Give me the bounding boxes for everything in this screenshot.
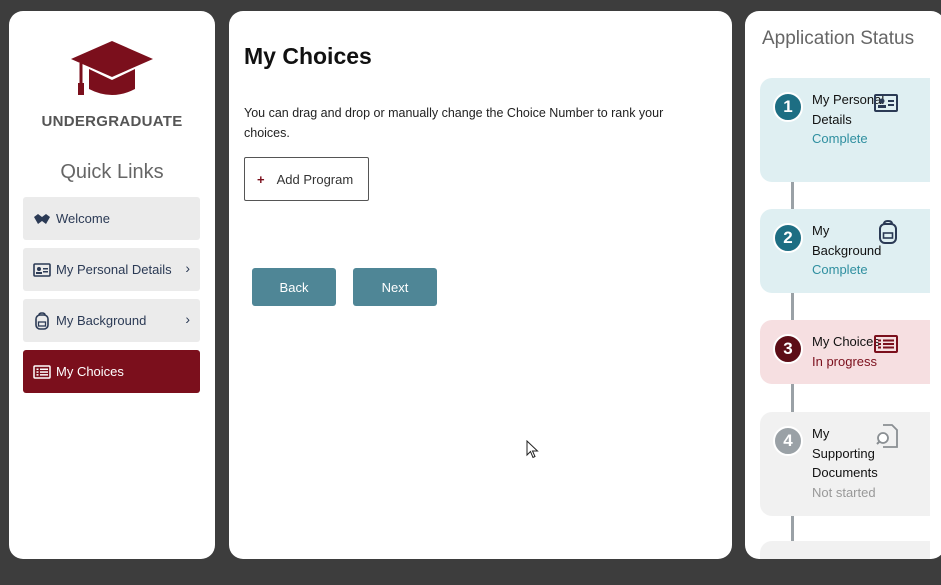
step-number-badge: 2 bbox=[773, 223, 803, 253]
add-program-label: Add Program bbox=[276, 171, 354, 187]
document-search-icon bbox=[876, 424, 898, 453]
step-name: My Choices bbox=[812, 334, 880, 349]
sidebar: UNDERGRADUATE Quick Links Welcome My Per… bbox=[9, 11, 215, 559]
list-icon bbox=[32, 364, 52, 380]
nav-item-background[interactable]: My Background › bbox=[23, 299, 200, 342]
next-button[interactable]: Next bbox=[353, 268, 437, 306]
backpack-icon bbox=[878, 219, 898, 249]
id-card-icon bbox=[874, 94, 898, 117]
graduation-cap-icon bbox=[71, 41, 153, 95]
logo bbox=[9, 39, 215, 101]
handshake-icon bbox=[32, 211, 52, 227]
nav-item-personal-details[interactable]: My Personal Details › bbox=[23, 248, 200, 291]
step-status: In progress bbox=[812, 353, 878, 369]
step-name: My Supporting Documents bbox=[812, 426, 878, 480]
application-status-panel: Application Status 1 My Personal Details… bbox=[745, 11, 941, 559]
status-step-my-choices[interactable]: 3 My Choices In progress bbox=[760, 320, 930, 384]
mouse-cursor-icon bbox=[526, 439, 539, 464]
quick-links-title: Quick Links bbox=[60, 161, 164, 183]
status-step-personal-details[interactable]: 1 My Personal Details Complete bbox=[760, 78, 930, 182]
brand-name: UNDERGRADUATE bbox=[41, 113, 183, 130]
nav-item-my-choices[interactable]: My Choices bbox=[23, 350, 200, 393]
plus-icon: + bbox=[257, 171, 265, 187]
back-button[interactable]: Back bbox=[252, 268, 336, 306]
status-step-background[interactable]: 2 My Background Complete bbox=[760, 209, 930, 293]
status-step-next bbox=[760, 541, 930, 559]
status-step-supporting-documents[interactable]: 4 My Supporting Documents Not started bbox=[760, 412, 930, 516]
step-name: My Background bbox=[812, 223, 882, 258]
nav-item-label: Welcome bbox=[56, 211, 110, 226]
step-status: Complete bbox=[812, 131, 868, 146]
step-number-badge: 3 bbox=[773, 334, 803, 364]
add-program-button[interactable]: + Add Program bbox=[244, 157, 369, 201]
nav-item-welcome[interactable]: Welcome bbox=[23, 197, 200, 240]
nav-item-label: My Personal Details bbox=[56, 262, 172, 277]
list-icon bbox=[874, 335, 898, 358]
instructions-text: You can drag and drop or manually change… bbox=[244, 106, 664, 140]
id-card-icon bbox=[32, 262, 52, 278]
chevron-right-icon: › bbox=[185, 311, 190, 327]
nav-item-label: My Background bbox=[56, 313, 147, 328]
app-frame: UNDERGRADUATE Quick Links Welcome My Per… bbox=[0, 0, 941, 585]
backpack-icon bbox=[32, 311, 52, 330]
chevron-right-icon: › bbox=[185, 260, 190, 276]
step-status: Complete bbox=[812, 262, 868, 277]
step-number-badge: 4 bbox=[773, 426, 803, 456]
nav-item-label: My Choices bbox=[56, 364, 124, 379]
page-title: My Choices bbox=[244, 43, 372, 69]
main-content: My Choices You can drag and drop or manu… bbox=[229, 11, 732, 559]
step-number-badge: 1 bbox=[773, 92, 803, 122]
step-status: Not started bbox=[812, 484, 876, 500]
status-title: Application Status bbox=[762, 28, 915, 49]
